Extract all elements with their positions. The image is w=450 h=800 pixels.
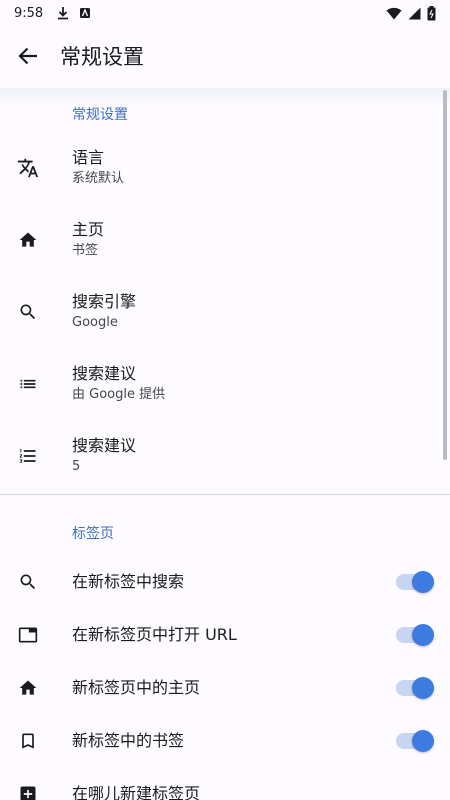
toggle-switch[interactable] xyxy=(396,676,434,699)
pref-summary: 系统默认 xyxy=(72,171,125,186)
pref-title: 新标签页中的主页 xyxy=(72,677,201,697)
add-tab-icon xyxy=(0,784,56,800)
settings-list[interactable]: 常规设置 语言 系统默认 主页 书签 搜索引擎 Google 搜索建议 由 Go… xyxy=(0,88,450,800)
search-icon xyxy=(0,302,56,322)
pref-search-suggestions-count[interactable]: 搜索建议 5 xyxy=(0,420,450,492)
pref-summary: 由 Google 提供 xyxy=(72,387,166,402)
download-icon xyxy=(57,6,69,20)
status-bar: 9:58 xyxy=(0,0,450,26)
pref-search-engine[interactable]: 搜索引擎 Google xyxy=(0,276,450,348)
translate-icon xyxy=(0,157,56,179)
pref-summary: Google xyxy=(72,315,118,330)
section-header-tabs: 标签页 xyxy=(72,526,114,542)
pref-title: 在新标签页中打开 URL xyxy=(72,624,237,644)
pref-open-url-in-new-tab[interactable]: 在新标签页中打开 URL xyxy=(0,608,450,661)
pref-title: 搜索引擎 xyxy=(72,292,137,311)
toggle-switch[interactable] xyxy=(396,570,434,593)
toggle-switch[interactable] xyxy=(396,623,434,646)
pref-title: 搜索建议 xyxy=(72,364,137,383)
tab-icon xyxy=(0,625,56,645)
pref-search-in-new-tab[interactable]: 在新标签中搜索 xyxy=(0,555,450,608)
page-title: 常规设置 xyxy=(60,45,144,69)
switch-knob xyxy=(412,729,434,752)
toggle-switch[interactable] xyxy=(396,729,434,752)
arrow-back-icon xyxy=(18,47,38,65)
numbered-list-icon xyxy=(0,446,56,466)
pref-title: 在哪儿新建标签页 xyxy=(72,783,201,800)
pref-summary: 5 xyxy=(72,459,81,474)
pref-title: 主页 xyxy=(72,220,105,239)
pref-title: 在新标签中搜索 xyxy=(72,571,185,591)
pref-summary: 书签 xyxy=(72,243,99,258)
wifi-icon xyxy=(386,7,402,20)
battery-icon xyxy=(427,5,436,21)
search-icon xyxy=(0,572,56,592)
app-bar-shadow xyxy=(0,88,450,106)
pref-bookmarks-in-new-tab[interactable]: 新标签中的书签 xyxy=(0,714,450,767)
app-notification-icon xyxy=(79,7,91,19)
pref-title: 新标签中的书签 xyxy=(72,730,185,750)
pref-language[interactable]: 语言 系统默认 xyxy=(0,132,450,204)
back-button[interactable] xyxy=(0,28,56,84)
home-icon xyxy=(0,678,56,698)
pref-homepage[interactable]: 主页 书签 xyxy=(0,204,450,276)
list-icon xyxy=(0,374,56,394)
switch-knob xyxy=(412,623,434,646)
home-icon xyxy=(0,230,56,250)
pref-search-suggestions-provider[interactable]: 搜索建议 由 Google 提供 xyxy=(0,348,450,420)
pref-title: 语言 xyxy=(72,148,105,167)
signal-icon xyxy=(408,7,421,20)
pref-new-tab-position[interactable]: 在哪儿新建标签页 xyxy=(0,767,450,800)
scrollbar[interactable] xyxy=(443,90,447,460)
pref-title: 搜索建议 xyxy=(72,436,137,455)
status-time: 9:58 xyxy=(14,5,44,21)
switch-knob xyxy=(412,570,434,593)
pref-homepage-in-new-tab[interactable]: 新标签页中的主页 xyxy=(0,661,450,714)
switch-knob xyxy=(412,676,434,699)
bookmark-icon xyxy=(0,731,56,751)
app-bar: 常规设置 xyxy=(0,26,450,86)
